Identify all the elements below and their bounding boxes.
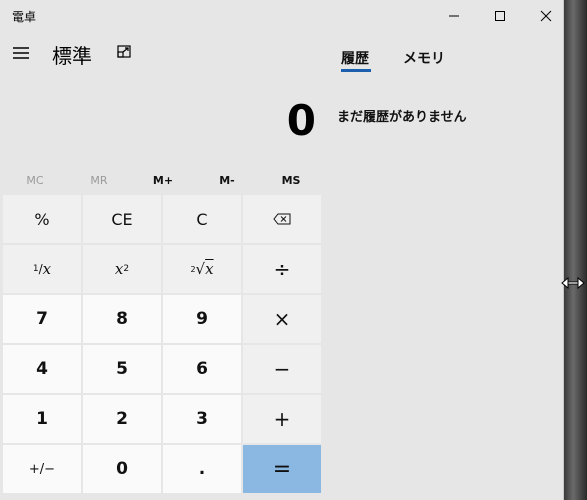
square-root-button[interactable]: 2 √ x <box>163 245 241 293</box>
memory-store-button[interactable]: MS <box>259 170 323 192</box>
tab-memory[interactable]: メモリ <box>403 48 445 68</box>
maximize-icon <box>495 11 505 21</box>
digit-1-button[interactable]: 1 <box>3 395 81 443</box>
active-tab-indicator <box>341 69 371 72</box>
reciprocal-button[interactable]: 1/x <box>3 245 81 293</box>
window-title: 電卓 <box>12 10 37 24</box>
backspace-icon <box>273 213 291 225</box>
divide-button[interactable]: ÷ <box>243 245 321 293</box>
title-bar[interactable]: 電卓 <box>0 0 563 32</box>
memory-add-button[interactable]: M+ <box>131 170 195 192</box>
decimal-button[interactable]: . <box>163 445 241 493</box>
close-button[interactable] <box>523 0 569 32</box>
resize-cursor-icon <box>561 276 585 290</box>
digit-9-button[interactable]: 9 <box>163 295 241 343</box>
digit-2-button[interactable]: 2 <box>83 395 161 443</box>
memory-subtract-button[interactable]: M- <box>195 170 259 192</box>
root-radicand: x <box>205 260 214 278</box>
hamburger-icon <box>13 47 29 59</box>
backspace-button[interactable] <box>243 195 321 243</box>
memory-row: MC MR M+ M- MS <box>0 170 323 192</box>
minimize-button[interactable] <box>431 0 477 32</box>
reciprocal-denominator: x <box>42 260 52 278</box>
digit-5-button[interactable]: 5 <box>83 345 161 393</box>
menu-button[interactable] <box>8 40 34 66</box>
history-empty-message: まだ履歴がありません <box>337 110 467 125</box>
keep-on-top-button[interactable] <box>112 40 136 64</box>
keypad: % CE C 1/x x2 2 √ x ÷ 7 8 9 × 4 5 6 − 1 2 … <box>3 195 323 495</box>
mode-title: 標準 <box>52 44 92 68</box>
clear-entry-button[interactable]: CE <box>83 195 161 243</box>
maximize-button[interactable] <box>477 0 523 32</box>
minimize-icon <box>449 15 459 17</box>
digit-3-button[interactable]: 3 <box>163 395 241 443</box>
memory-recall-button[interactable]: MR <box>67 170 131 192</box>
negate-button[interactable]: +/− <box>3 445 81 493</box>
square-base: x <box>114 260 124 278</box>
subtract-button[interactable]: − <box>243 345 321 393</box>
square-button[interactable]: x2 <box>83 245 161 293</box>
memory-clear-button[interactable]: MC <box>3 170 67 192</box>
background-desktop <box>564 0 587 500</box>
digit-7-button[interactable]: 7 <box>3 295 81 343</box>
multiply-button[interactable]: × <box>243 295 321 343</box>
percent-button[interactable]: % <box>3 195 81 243</box>
tab-history[interactable]: 履歴 <box>341 48 369 68</box>
calculator-window: 電卓 標準 0 MC MR M+ M- MS % CE C 1 / x x 2 … <box>0 0 564 500</box>
digit-4-button[interactable]: 4 <box>3 345 81 393</box>
digit-0-button[interactable]: 0 <box>83 445 161 493</box>
result-display: 0 <box>286 96 316 145</box>
close-icon <box>540 10 552 22</box>
add-button[interactable]: + <box>243 395 321 443</box>
radical-icon: √ <box>195 260 206 278</box>
digit-8-button[interactable]: 8 <box>83 295 161 343</box>
digit-6-button[interactable]: 6 <box>163 345 241 393</box>
equals-button[interactable]: = <box>243 445 321 493</box>
square-exponent: 2 <box>123 264 130 274</box>
keep-on-top-icon <box>117 45 131 58</box>
clear-button[interactable]: C <box>163 195 241 243</box>
